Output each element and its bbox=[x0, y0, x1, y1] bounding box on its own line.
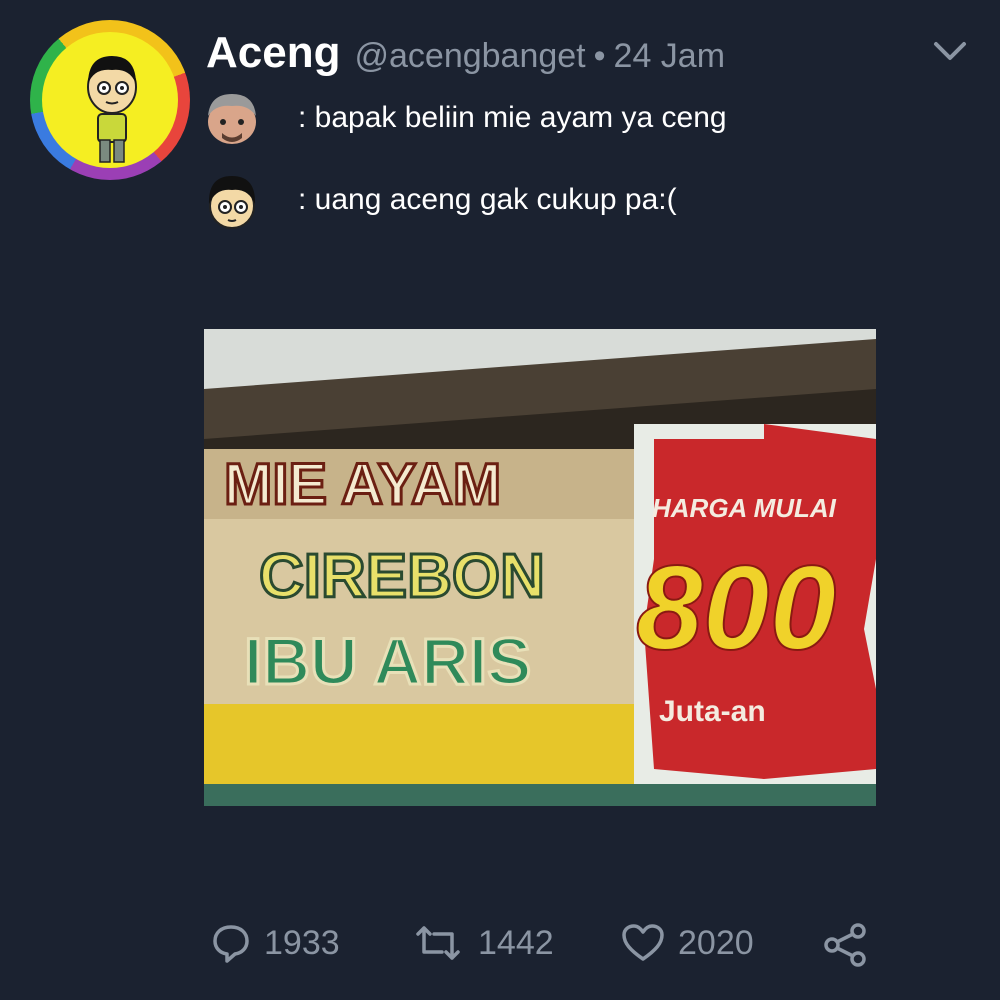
dialogue-text-dad: : bapak beliin mie ayam ya ceng bbox=[298, 101, 727, 134]
author-name[interactable]: Aceng bbox=[206, 28, 340, 78]
share-icon bbox=[824, 923, 866, 967]
author-handle[interactable]: @acengbanget bbox=[354, 37, 585, 76]
tweet-photo[interactable]: MIE AYAM CIREBON IBU ARIS HARGA MULAI 80… bbox=[204, 329, 876, 806]
dialogue-line-dad: : bapak beliin mie ayam ya ceng bbox=[200, 86, 727, 150]
dialogue-text-aceng: : uang aceng gak cukup pa:( bbox=[298, 183, 677, 216]
heart-icon bbox=[622, 924, 664, 961]
sign-right-bottom: Juta-an bbox=[659, 695, 766, 728]
tweet-actions: 1933 1442 2020 bbox=[0, 922, 1000, 972]
dad-face-icon bbox=[208, 94, 256, 144]
retweet-button[interactable]: 1442 bbox=[410, 922, 554, 964]
retweet-icon bbox=[416, 926, 460, 960]
dialogue-line-aceng: : uang aceng gak cukup pa:( bbox=[200, 168, 677, 232]
like-button[interactable]: 2020 bbox=[620, 922, 754, 964]
sign-left-line1: MIE AYAM bbox=[224, 452, 501, 517]
cartoon-avatar-icon bbox=[87, 56, 137, 163]
reply-count: 1933 bbox=[264, 923, 340, 962]
reply-button[interactable]: 1933 bbox=[210, 922, 340, 964]
author-avatar[interactable] bbox=[30, 20, 190, 180]
chevron-down-icon[interactable] bbox=[930, 38, 970, 66]
tweet-timestamp[interactable]: 24 Jam bbox=[614, 37, 726, 76]
reply-icon bbox=[213, 925, 249, 963]
header-separator: • bbox=[593, 37, 606, 75]
sign-right-price: 800 bbox=[636, 541, 836, 675]
sign-left-line3: IBU ARIS bbox=[244, 624, 531, 698]
retweet-count: 1442 bbox=[478, 923, 554, 962]
share-button[interactable] bbox=[822, 922, 880, 968]
aceng-face-icon bbox=[208, 176, 256, 229]
like-count: 2020 bbox=[678, 923, 754, 962]
tweet-header: Aceng @acengbanget • 24 Jam bbox=[206, 28, 725, 84]
sign-right-top: HARGA MULAI bbox=[652, 493, 837, 523]
sign-left-line2: CIREBON bbox=[259, 542, 545, 611]
